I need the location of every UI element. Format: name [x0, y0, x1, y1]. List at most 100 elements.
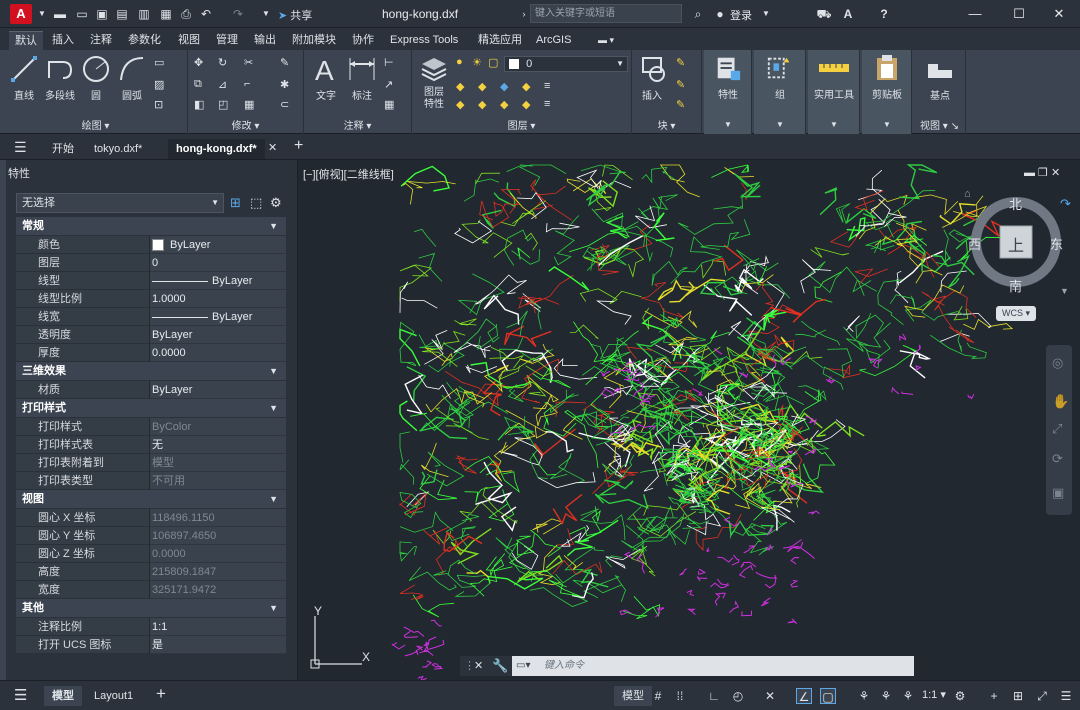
- customize-wrench-icon[interactable]: 🔧: [492, 658, 508, 674]
- section-header[interactable]: 其他 ▼: [16, 599, 286, 617]
- search-icon[interactable]: ⌕: [690, 6, 706, 22]
- property-value[interactable]: ByLayer: [150, 326, 286, 344]
- property-value[interactable]: 0.0000: [150, 545, 286, 563]
- object-snap-icon[interactable]: ▢: [820, 688, 836, 704]
- modify-panel-label[interactable]: 修改 ▾: [188, 117, 303, 132]
- groups-panel[interactable]: 组 ▼: [754, 50, 806, 134]
- property-value[interactable]: ByColor: [150, 418, 286, 436]
- layers-panel-label[interactable]: 图层 ▾: [412, 117, 631, 132]
- tab-layout1[interactable]: Layout1: [86, 686, 141, 706]
- layer-tool-7-icon[interactable]: ◆: [478, 98, 494, 114]
- viewcube-top-face[interactable]: 上: [1008, 232, 1024, 256]
- scale-icon[interactable]: ◰: [218, 98, 234, 114]
- copy-icon[interactable]: ⧉: [194, 78, 210, 94]
- layer-tool-3-icon[interactable]: ◆: [500, 80, 516, 96]
- tab-arcgis[interactable]: ArcGIS: [530, 31, 577, 50]
- tab-insert[interactable]: 插入: [46, 31, 80, 50]
- annotation-scale-icon[interactable]: ⚘: [900, 688, 916, 704]
- close-button[interactable]: ✕: [1044, 4, 1074, 24]
- units-icon[interactable]: ⊞: [1010, 688, 1026, 704]
- auto-scale-icon[interactable]: ⚘: [878, 688, 894, 704]
- wcs-menu[interactable]: WCS ▾: [996, 306, 1036, 321]
- trim-icon[interactable]: ✂: [244, 56, 260, 72]
- fullscreen-icon[interactable]: ⤢: [1034, 688, 1050, 704]
- property-row[interactable]: 打印样式 ByColor: [16, 418, 286, 436]
- compass-south[interactable]: 南: [1009, 276, 1022, 295]
- property-value[interactable]: 0: [150, 254, 286, 272]
- open-folder-icon[interactable]: ▭: [74, 6, 90, 22]
- user-icon[interactable]: ●: [712, 6, 728, 22]
- share-button[interactable]: ➤ 共享: [278, 7, 312, 23]
- mirror-icon[interactable]: ⊿: [218, 78, 234, 94]
- rotate-view-icon[interactable]: ↷: [1060, 196, 1071, 212]
- hatch-icon[interactable]: ▨: [154, 78, 170, 94]
- layer-properties-button[interactable]: 图层 特性: [416, 54, 452, 111]
- layer-dropdown[interactable]: 0 ▼: [504, 56, 628, 72]
- model-space-button[interactable]: 模型: [614, 686, 652, 706]
- print-icon[interactable]: ⎙: [178, 6, 194, 22]
- property-value[interactable]: 1:1: [150, 618, 286, 636]
- leader-icon[interactable]: ⊢: [384, 56, 400, 72]
- login-dropdown-icon[interactable]: ▼: [758, 6, 774, 22]
- create-block-icon[interactable]: ✎: [676, 56, 692, 72]
- move-icon[interactable]: ✥: [194, 56, 210, 72]
- property-value[interactable]: 不可用: [150, 472, 286, 490]
- help-icon[interactable]: ?: [876, 6, 892, 22]
- tab-express-tools[interactable]: Express Tools: [384, 31, 464, 50]
- layer-on-icon[interactable]: ●: [456, 56, 472, 72]
- polar-icon[interactable]: ◴: [730, 688, 746, 704]
- multileader-icon[interactable]: ↗: [384, 78, 400, 94]
- new-file-icon[interactable]: ▬: [52, 6, 68, 22]
- compass-east[interactable]: 东: [1050, 234, 1063, 253]
- arc-button[interactable]: 圆弧: [114, 54, 150, 102]
- tab-manage[interactable]: 管理: [210, 31, 244, 50]
- property-row[interactable]: 打印表附着到 模型: [16, 454, 286, 472]
- tab-parametric[interactable]: 参数化: [122, 31, 167, 50]
- tab-tokyo[interactable]: tokyo.dxf*: [86, 139, 150, 159]
- tab-model[interactable]: 模型: [44, 686, 82, 706]
- showmotion-icon[interactable]: ▣: [1052, 485, 1064, 501]
- property-value[interactable]: 1.0000: [150, 290, 286, 308]
- property-value[interactable]: 118496.1150: [150, 509, 286, 527]
- isodraft-icon[interactable]: ✕: [762, 688, 778, 704]
- new-tab-button[interactable]: +: [294, 137, 303, 155]
- qat-dropdown-icon[interactable]: ▼: [258, 6, 274, 22]
- workspace-gear-icon[interactable]: ⚙: [952, 688, 968, 704]
- circle-button[interactable]: 圆: [78, 54, 114, 102]
- layer-tool-4-icon[interactable]: ◆: [522, 80, 538, 96]
- array-icon[interactable]: ▦: [244, 98, 260, 114]
- scale-dropdown[interactable]: 1:1 ▾: [922, 688, 946, 701]
- property-row[interactable]: 圆心 Y 坐标 106897.4650: [16, 527, 286, 545]
- edit-block-icon[interactable]: ✎: [676, 78, 692, 94]
- property-value[interactable]: 0.0000: [150, 344, 286, 362]
- select-objects-icon[interactable]: ⬚: [250, 195, 262, 211]
- layer-tool-9-icon[interactable]: ◆: [522, 98, 538, 114]
- annotation-monitor-icon[interactable]: +: [986, 688, 1002, 704]
- property-value[interactable]: 325171.9472: [150, 581, 286, 599]
- property-row[interactable]: 线型比例 1.0000: [16, 290, 286, 308]
- tab-start[interactable]: 开始: [44, 139, 82, 159]
- property-row[interactable]: 厚度 0.0000: [16, 344, 286, 362]
- viewcube[interactable]: 北 南 东 西 上: [968, 196, 1063, 294]
- property-row[interactable]: 图层 0: [16, 254, 286, 272]
- property-value[interactable]: 106897.4650: [150, 527, 286, 545]
- add-layout-button[interactable]: +: [156, 684, 166, 704]
- property-value[interactable]: ByLayer: [150, 236, 286, 254]
- snap-icon[interactable]: ⁞⁞: [672, 688, 688, 704]
- fillet-icon[interactable]: ⌐: [244, 78, 260, 94]
- property-row[interactable]: 线宽 ByLayer: [16, 308, 286, 326]
- login-button[interactable]: 登录: [730, 7, 752, 23]
- property-value[interactable]: 无: [150, 436, 286, 454]
- quick-select-icon[interactable]: ⚙: [270, 195, 282, 211]
- cart-icon[interactable]: ⛟: [816, 6, 832, 22]
- insert-block-button[interactable]: 插入: [634, 54, 670, 102]
- layer-tool-10-icon[interactable]: ≡: [544, 98, 560, 114]
- line-button[interactable]: 直线: [6, 54, 42, 102]
- viewcube-menu-icon[interactable]: ▼: [1060, 286, 1069, 296]
- rectangle-icon[interactable]: ▭: [154, 56, 170, 72]
- ortho-icon[interactable]: ∟: [706, 688, 722, 704]
- pan-icon[interactable]: ✋: [1052, 393, 1069, 410]
- tab-view[interactable]: 视图: [172, 31, 206, 50]
- property-row[interactable]: 颜色 ByLayer: [16, 236, 286, 254]
- erase-icon[interactable]: ✎: [280, 56, 296, 72]
